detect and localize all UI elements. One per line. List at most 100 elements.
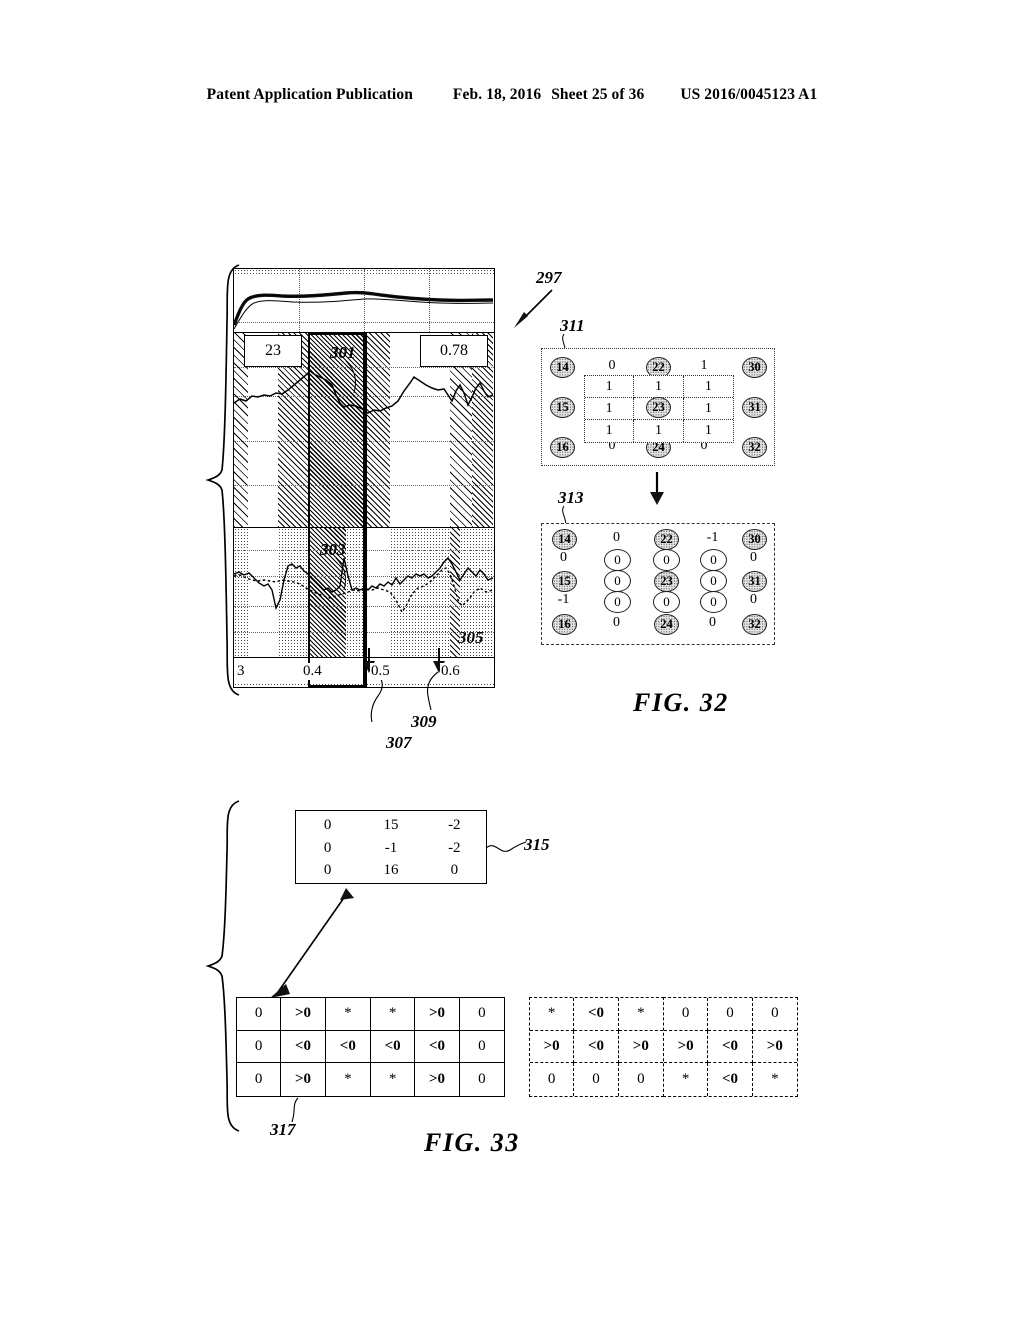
g0-r2c1: >0 bbox=[281, 1063, 326, 1096]
g0-r1c0: 0 bbox=[237, 1030, 282, 1064]
m313-c4-v3: 0 bbox=[700, 591, 727, 613]
node-31: 31 bbox=[742, 397, 767, 418]
g2-r2c0: 0 bbox=[530, 1063, 575, 1096]
callout-313: 313 bbox=[558, 488, 584, 507]
matrix-313: 14 0 15 -1 16 0 0 0 0 0 22 0 23 0 24 -1 … bbox=[541, 523, 775, 645]
cell-r0c0: 1 bbox=[585, 376, 635, 398]
g1-r1c1: <0 bbox=[415, 1030, 460, 1064]
m313-c3-v1: 0 bbox=[653, 549, 680, 571]
g3-r0c1: 0 bbox=[708, 998, 753, 1031]
axis-tick-1: 0.4 bbox=[302, 663, 323, 680]
node-32-b: 32 bbox=[742, 614, 767, 635]
node-16-b: 16 bbox=[552, 614, 577, 635]
m313-c5-v1: 0 bbox=[750, 550, 757, 565]
m313-c2-v0: 0 bbox=[613, 530, 620, 545]
matrix-311: 14 15 16 30 31 32 0 22 1 0 24 0 1 1 1 1 … bbox=[541, 348, 775, 466]
g3-r1c0: >0 bbox=[664, 1030, 709, 1064]
m315-r2c2: 0 bbox=[450, 861, 459, 878]
node-22-b: 22 bbox=[654, 529, 679, 550]
m313-c2-v2: 0 bbox=[604, 570, 631, 592]
g1-r0c2: 0 bbox=[459, 998, 504, 1031]
m313-c4-v0: -1 bbox=[706, 530, 719, 545]
m315-r1c1: -1 bbox=[384, 839, 398, 856]
node-14-b: 14 bbox=[552, 529, 577, 550]
matrix-315-row-2: 0 16 0 bbox=[296, 858, 486, 882]
matrix-311-top-value-1: 1 bbox=[700, 358, 708, 373]
callout-303: 303 bbox=[320, 540, 346, 559]
g3-r2c1: <0 bbox=[708, 1063, 753, 1096]
pattern-grid-4: 0 0 0 >0 <0 >0 * <0 * bbox=[663, 997, 798, 1097]
axis-tick-3: 0.6 bbox=[440, 663, 461, 680]
callout-297-arrow bbox=[514, 289, 553, 328]
g0-r0c2: * bbox=[325, 998, 370, 1031]
g2-r0c2: * bbox=[618, 998, 663, 1031]
node-14: 14 bbox=[550, 357, 575, 378]
m313-c4-v1: 0 bbox=[700, 549, 727, 571]
g0-r0c0: 0 bbox=[237, 998, 282, 1031]
callout-307: 307 bbox=[386, 733, 412, 752]
m313-c1-v1: 0 bbox=[560, 550, 567, 565]
callout-309: 309 bbox=[411, 712, 437, 731]
node-15: 15 bbox=[550, 397, 575, 418]
g1-r0c1: >0 bbox=[415, 998, 460, 1031]
g1-r1c0: <0 bbox=[371, 1030, 416, 1064]
axis-tick-2: 0.5 bbox=[370, 663, 391, 680]
g3-r1c1: <0 bbox=[708, 1030, 753, 1064]
g1-r2c2: 0 bbox=[478, 1071, 486, 1088]
m315-r0c0: 0 bbox=[323, 816, 332, 833]
node-30: 30 bbox=[742, 357, 767, 378]
g3-r0c2: 0 bbox=[752, 998, 797, 1031]
m313-c4-v4: 0 bbox=[709, 615, 716, 630]
callout-315-leader bbox=[485, 841, 527, 852]
pattern-grid-3: * <0 * >0 <0 >0 0 0 0 bbox=[529, 997, 664, 1097]
node-16: 16 bbox=[550, 437, 575, 458]
node-23-b: 23 bbox=[654, 571, 679, 592]
matrix-311-top-value-0: 0 bbox=[608, 358, 616, 373]
header-patent-number: US 2016/0045123 A1 bbox=[680, 86, 818, 103]
m313-c2-v4: 0 bbox=[613, 615, 620, 630]
m313-c1-v3: -1 bbox=[557, 592, 570, 607]
g3-r0c0: 0 bbox=[664, 998, 709, 1031]
cell-r2c2: 1 bbox=[704, 423, 712, 438]
g2-r2c1: 0 bbox=[574, 1063, 619, 1096]
value-box-right: 0.78 bbox=[420, 335, 488, 367]
cell-r2c0: 1 bbox=[585, 420, 635, 442]
callout-297: 297 bbox=[536, 268, 562, 287]
top-curve bbox=[234, 290, 494, 330]
patent-drawing-page: Patent Application Publication Feb. 18, … bbox=[0, 0, 1024, 1320]
pattern-grid-317: 0 >0 * 0 <0 <0 0 >0 * bbox=[236, 997, 371, 1097]
matrix-315-row-0: 0 15 -2 bbox=[296, 813, 486, 837]
callout-301: 301 bbox=[330, 343, 356, 362]
node-30-b: 30 bbox=[742, 529, 767, 550]
m315-r1c2: -2 bbox=[448, 839, 461, 856]
fig32-caption: FIG. 32 bbox=[633, 688, 729, 717]
cell-r1c0: 1 bbox=[585, 398, 635, 420]
cell-r0c1: 1 bbox=[634, 376, 684, 398]
g2-r2c2: 0 bbox=[637, 1071, 645, 1088]
value-box-left: 23 bbox=[244, 335, 302, 367]
callout-305: 305 bbox=[458, 628, 484, 647]
header-publication: Patent Application Publication bbox=[206, 86, 413, 103]
node-24-b: 24 bbox=[654, 614, 679, 635]
g3-r2c2: * bbox=[771, 1071, 779, 1088]
log-track-top bbox=[234, 269, 494, 333]
selection-rectangle bbox=[308, 333, 365, 687]
matrix-315-row-1: 0 -1 -2 bbox=[296, 836, 486, 860]
node-23: 23 bbox=[646, 397, 671, 418]
matrix-315: 0 15 -2 0 -1 -2 0 16 0 bbox=[295, 810, 487, 884]
header-date: Feb. 18, 2016 bbox=[452, 86, 542, 103]
pattern-grid-2: * >0 0 <0 <0 0 * >0 0 bbox=[370, 997, 505, 1097]
m313-c2-v1: 0 bbox=[604, 549, 631, 571]
axis-tick-0: 3 bbox=[236, 663, 246, 680]
g3-r1c2: >0 bbox=[752, 1031, 797, 1064]
g1-r0c0: * bbox=[371, 998, 416, 1031]
m315-r1c0: 0 bbox=[323, 839, 332, 856]
g0-r2c2: * bbox=[344, 1071, 352, 1088]
g2-r1c0: >0 bbox=[530, 1030, 575, 1064]
m315-r0c1: 15 bbox=[383, 816, 399, 833]
g3-r2c0: * bbox=[664, 1063, 709, 1096]
node-31-b: 31 bbox=[742, 571, 767, 592]
matrix-grid-link-arrow bbox=[270, 888, 354, 998]
g2-r0c1: <0 bbox=[574, 998, 619, 1031]
g0-r2c0: 0 bbox=[237, 1063, 282, 1096]
